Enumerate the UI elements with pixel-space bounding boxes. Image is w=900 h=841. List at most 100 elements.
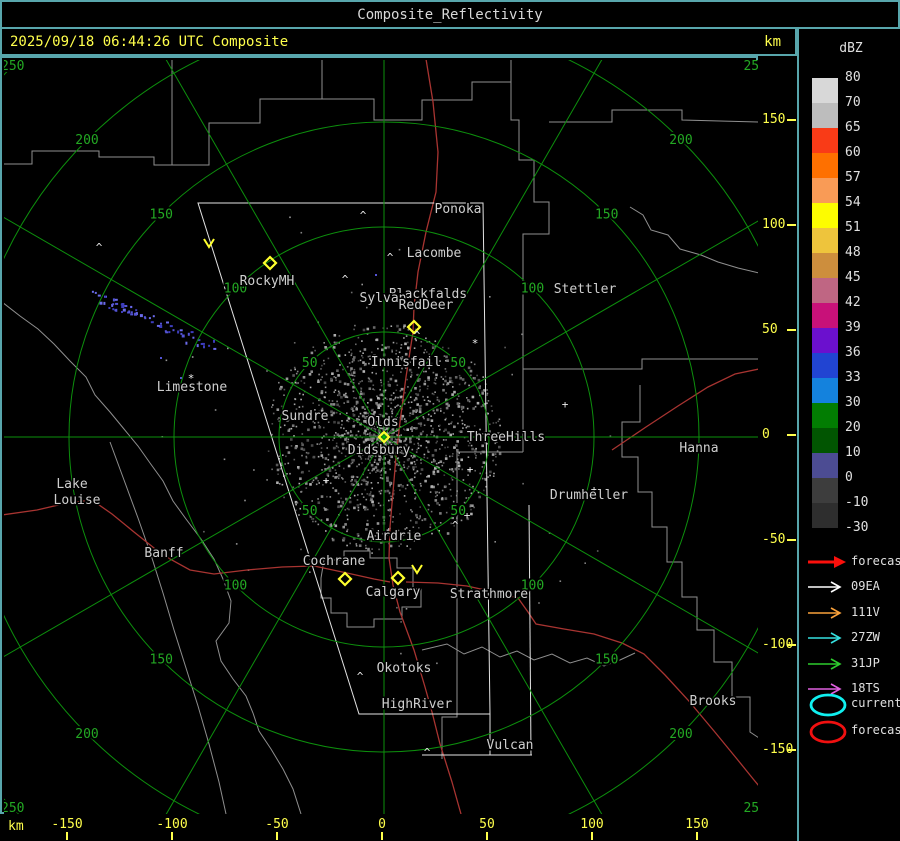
station-marker: ^ [414, 329, 421, 342]
city-label: HighRiver [382, 697, 453, 712]
colorbar-label: 33 [845, 370, 861, 385]
legend-label: forecast [851, 723, 900, 737]
legend-row-27ZW: 27ZW [799, 630, 900, 646]
range-ring-label: 100 [224, 578, 247, 593]
colorbar-block-33 [812, 378, 838, 403]
timestamp: 2025/09/18 06:44:26 UTC Composite [10, 33, 289, 50]
right-axis-tick [787, 644, 796, 646]
colorbar-label: 45 [845, 270, 861, 285]
radar-app-window: { "window": { "title": "Composite_Reflec… [0, 0, 900, 841]
colorbar-label: 51 [845, 220, 861, 235]
range-ring-label: 200 [669, 727, 692, 742]
bottom-axis-tick [696, 832, 698, 840]
range-ring-label: 200 [669, 133, 692, 148]
range-ring-label: 150 [150, 653, 173, 668]
bottom-axis-tick [276, 832, 278, 840]
city-label: Limestone [157, 380, 228, 395]
legend-row-current-ellipse: current [799, 691, 900, 717]
bottom-axis-tick [171, 832, 173, 840]
right-axis-tick [787, 539, 796, 541]
city-label: Brooks [690, 694, 737, 709]
colorbar-label: 10 [845, 445, 861, 460]
city-label: Stettler [554, 282, 617, 297]
legend-label: 09EA [851, 579, 880, 593]
range-ring-label: 200 [75, 727, 98, 742]
range-ring-label: 50 [302, 504, 318, 519]
bottom-axis-tick-label: 50 [479, 817, 495, 832]
bottom-axis-tick-label: 150 [685, 817, 709, 832]
colorbar-block-57 [812, 178, 838, 203]
range-ring-label: 50 [450, 356, 466, 371]
current-ellipse-icon [809, 693, 847, 717]
right-axis-tick [787, 434, 796, 436]
legend-label: 111V [851, 605, 880, 619]
colorbar-block-0 [812, 478, 838, 503]
colorbar-label: -10 [845, 495, 869, 510]
legend-row-111V: 111V [799, 605, 900, 621]
title-bar: Composite_Reflectivity [0, 0, 900, 29]
colorbar-block-45 [812, 278, 838, 303]
bottom-axis: km -150 -100 -50 0 50 100 150 [0, 814, 797, 841]
legend-row-31JP: 31JP [799, 656, 900, 672]
km-unit-bottom: km [8, 819, 24, 834]
city-label: Sundre [282, 409, 329, 424]
colorbar-block-48 [812, 253, 838, 278]
colorbar-block-51 [812, 228, 838, 253]
bottom-axis-tick-label: 0 [378, 817, 386, 832]
right-axis-tick [787, 329, 796, 331]
radar-map: 50 50 50 50 100 100 100 100 150 150 150 150 200 200 20… [0, 56, 758, 814]
range-ring-label: 250 [4, 60, 25, 74]
colorbar-block-20 [812, 428, 838, 453]
app-title: Composite_Reflectivity [357, 6, 543, 23]
city-label: Lacombe [407, 246, 462, 261]
city-label: Olds [367, 415, 398, 430]
colorbar-label: 65 [845, 120, 861, 135]
bottom-axis-tick [381, 832, 383, 840]
colorbar-label: 39 [845, 320, 861, 335]
station-marker: ^ [387, 251, 394, 264]
111V-arrow-icon [808, 607, 842, 619]
right-axis-tick [787, 119, 796, 121]
city-label: Louise [54, 493, 101, 508]
colorbar-block--10 [812, 503, 838, 528]
colorbar-block-65 [812, 128, 838, 153]
km-unit-top: km [764, 33, 781, 50]
legend-label: 31JP [851, 656, 880, 670]
bottom-axis-tick [486, 832, 488, 840]
colorbar-label: 42 [845, 295, 861, 310]
legend-label: 27ZW [851, 630, 880, 644]
city-label: Cochrane [303, 554, 366, 569]
colorbar-block-42 [812, 303, 838, 328]
colorbar-label: 48 [845, 245, 861, 260]
legend-label: current [851, 696, 900, 710]
city-label: Banff [144, 546, 183, 561]
radar-map-svg: 50 5050 50100 100100 100150 150150 150200 20020… [4, 60, 758, 814]
forecast-ellipse-icon [809, 720, 847, 744]
city-label: Lake [56, 477, 87, 492]
09EA-arrow-icon [808, 581, 842, 593]
city-label: Hanna [679, 441, 718, 456]
range-ring-label: 200 [75, 133, 98, 148]
forecast-arrow-icon [808, 556, 846, 568]
station-marker: + [464, 509, 471, 522]
range-ring-label: 150 [595, 207, 618, 222]
city-label: Drumheller [550, 488, 628, 503]
colorbar-label: 36 [845, 345, 861, 360]
city-label: RedDeer [399, 298, 454, 313]
range-ring-label: 250 [4, 801, 25, 814]
colorbar-label: 54 [845, 195, 861, 210]
station-marker: ^ [360, 209, 367, 222]
city-label: ThreeHills [467, 430, 545, 445]
colorbar-block-80 [812, 78, 838, 103]
colorbar-label: 70 [845, 95, 861, 110]
range-ring-label: 250 [743, 60, 758, 74]
city-label: Strathmore [450, 587, 528, 602]
station-marker: ^ [357, 670, 364, 683]
city-label: RockyMH [240, 274, 295, 289]
station-marker: ^ [342, 273, 349, 286]
right-axis: 150 100 50 0 -50 -100 -150 [758, 56, 797, 814]
colorbar-label: 20 [845, 420, 861, 435]
station-marker: * [472, 337, 479, 350]
info-bar: 2025/09/18 06:44:26 UTC Composite km [0, 29, 797, 56]
bottom-axis-tick-label: -100 [156, 817, 188, 832]
